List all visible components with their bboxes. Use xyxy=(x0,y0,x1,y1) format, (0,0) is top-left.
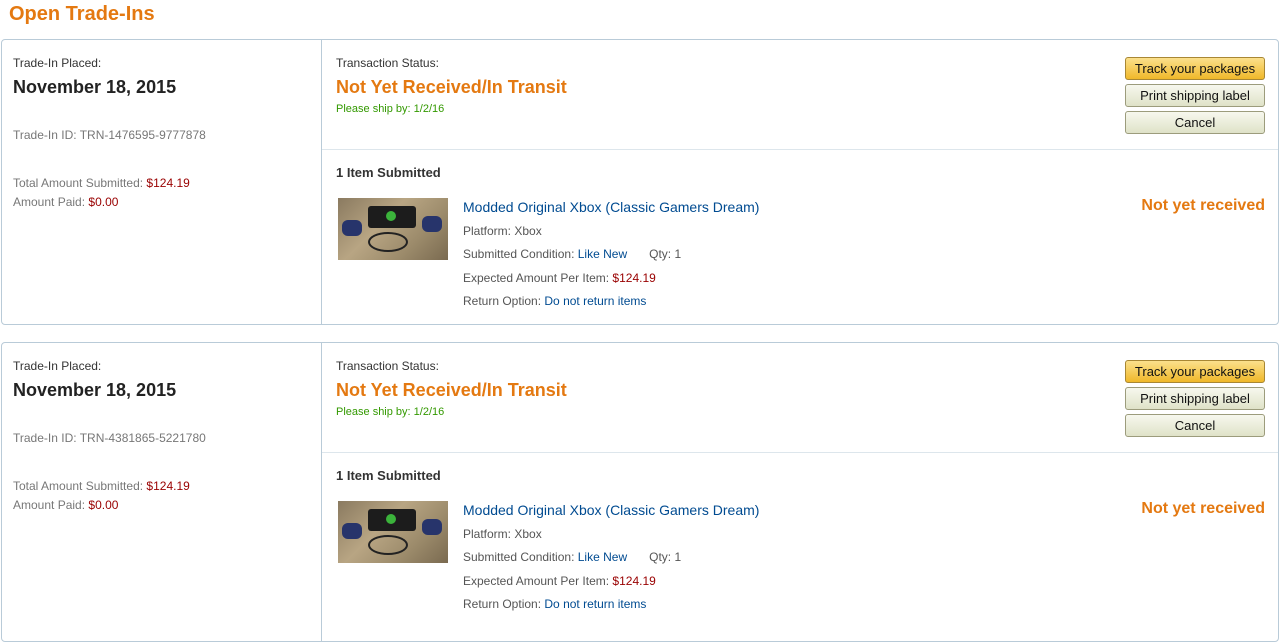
items-submitted-count: 1 Item Submitted xyxy=(336,468,441,483)
track-packages-button[interactable]: Track your packages xyxy=(1125,360,1265,383)
amount-paid: Amount Paid: $0.00 xyxy=(13,195,118,209)
total-value: $124.19 xyxy=(146,479,190,493)
item-thumbnail[interactable] xyxy=(338,501,448,563)
qty-label: Qty: xyxy=(649,247,672,261)
tradein-id-label: Trade-In ID: xyxy=(13,128,77,142)
paid-value: $0.00 xyxy=(88,498,119,512)
ship-by-date: Please ship by: 1/2/16 xyxy=(336,406,445,418)
controller-right xyxy=(422,216,442,232)
paid-label: Amount Paid: xyxy=(13,498,86,512)
controller-right xyxy=(422,519,442,535)
track-packages-button[interactable]: Track your packages xyxy=(1125,57,1265,80)
qty-value: 1 xyxy=(674,550,682,564)
expected-label: Expected Amount Per Item: xyxy=(463,574,610,588)
item-condition: Submitted Condition: Like New Qty: 1 xyxy=(463,247,681,261)
print-shipping-label-button[interactable]: Print shipping label xyxy=(1125,84,1265,107)
qty-value: 1 xyxy=(674,247,682,261)
item-return-option: Return Option: Do not return items xyxy=(463,294,646,308)
cable xyxy=(368,535,408,555)
tradein-id-label: Trade-In ID: xyxy=(13,431,77,445)
transaction-status: Not Yet Received/In Transit xyxy=(336,77,567,97)
cancel-button[interactable]: Cancel xyxy=(1125,111,1265,134)
ship-by-date: Please ship by: 1/2/16 xyxy=(336,103,445,115)
expected-label: Expected Amount Per Item: xyxy=(463,271,610,285)
xbox-jewel xyxy=(386,514,396,524)
tradein-summary: Trade-In Placed: November 18, 2015 Trade… xyxy=(2,343,322,641)
item-thumbnail[interactable] xyxy=(338,198,448,260)
tradein-id-value: TRN-1476595-9777878 xyxy=(79,128,206,142)
controller-left xyxy=(342,220,362,236)
condition-label: Submitted Condition: xyxy=(463,247,575,261)
platform-value: Xbox xyxy=(514,224,542,238)
tradein-summary: Trade-In Placed: November 18, 2015 Trade… xyxy=(2,40,322,324)
item-platform: Platform: Xbox xyxy=(463,527,542,541)
total-submitted: Total Amount Submitted: $124.19 xyxy=(13,176,190,190)
status-label: Transaction Status: xyxy=(336,359,439,373)
total-label: Total Amount Submitted: xyxy=(13,479,144,493)
page-title: Open Trade-Ins xyxy=(9,3,155,25)
condition-link[interactable]: Like New xyxy=(578,247,627,261)
tradein-details: Transaction Status: Not Yet Received/In … xyxy=(322,343,1278,641)
xbox-jewel xyxy=(386,211,396,221)
platform-value: Xbox xyxy=(514,527,542,541)
total-value: $124.19 xyxy=(146,176,190,190)
item-name-link[interactable]: Modded Original Xbox (Classic Gamers Dre… xyxy=(463,199,759,215)
return-label: Return Option: xyxy=(463,597,542,611)
placed-date: November 18, 2015 xyxy=(13,77,177,97)
paid-label: Amount Paid: xyxy=(13,195,86,209)
placed-label: Trade-In Placed: xyxy=(13,359,102,373)
tradein-details: Transaction Status: Not Yet Received/In … xyxy=(322,40,1278,324)
return-label: Return Option: xyxy=(463,294,542,308)
tradein-id: Trade-In ID: TRN-4381865-5221780 xyxy=(13,431,206,445)
return-option-link[interactable]: Do not return items xyxy=(544,294,646,308)
paid-value: $0.00 xyxy=(88,195,119,209)
expected-value: $124.19 xyxy=(612,271,656,285)
amount-paid: Amount Paid: $0.00 xyxy=(13,498,118,512)
item-expected-amount: Expected Amount Per Item: $124.19 xyxy=(463,574,656,588)
status-section: Transaction Status: Not Yet Received/In … xyxy=(322,343,1278,453)
condition-link[interactable]: Like New xyxy=(578,550,627,564)
total-submitted: Total Amount Submitted: $124.19 xyxy=(13,479,190,493)
placed-label: Trade-In Placed: xyxy=(13,56,102,70)
expected-value: $124.19 xyxy=(612,574,656,588)
tradein-id: Trade-In ID: TRN-1476595-9777878 xyxy=(13,128,206,142)
item-return-option: Return Option: Do not return items xyxy=(463,597,646,611)
platform-label: Platform: xyxy=(463,224,512,238)
status-label: Transaction Status: xyxy=(336,56,439,70)
platform-label: Platform: xyxy=(463,527,512,541)
items-submitted-count: 1 Item Submitted xyxy=(336,165,441,180)
item-status: Not yet received xyxy=(1141,197,1265,214)
tradein-card: Trade-In Placed: November 18, 2015 Trade… xyxy=(1,39,1279,325)
condition-label: Submitted Condition: xyxy=(463,550,575,564)
cancel-button[interactable]: Cancel xyxy=(1125,414,1265,437)
item-name-link[interactable]: Modded Original Xbox (Classic Gamers Dre… xyxy=(463,502,759,518)
item-platform: Platform: Xbox xyxy=(463,224,542,238)
controller-left xyxy=(342,523,362,539)
return-option-link[interactable]: Do not return items xyxy=(544,597,646,611)
tradein-card: Trade-In Placed: November 18, 2015 Trade… xyxy=(1,342,1279,642)
item-expected-amount: Expected Amount Per Item: $124.19 xyxy=(463,271,656,285)
tradein-id-value: TRN-4381865-5221780 xyxy=(79,431,206,445)
total-label: Total Amount Submitted: xyxy=(13,176,144,190)
item-condition: Submitted Condition: Like New Qty: 1 xyxy=(463,550,681,564)
print-shipping-label-button[interactable]: Print shipping label xyxy=(1125,387,1265,410)
qty-label: Qty: xyxy=(649,550,672,564)
transaction-status: Not Yet Received/In Transit xyxy=(336,380,567,400)
status-section: Transaction Status: Not Yet Received/In … xyxy=(322,40,1278,150)
placed-date: November 18, 2015 xyxy=(13,380,177,400)
cable xyxy=(368,232,408,252)
item-status: Not yet received xyxy=(1141,500,1265,517)
